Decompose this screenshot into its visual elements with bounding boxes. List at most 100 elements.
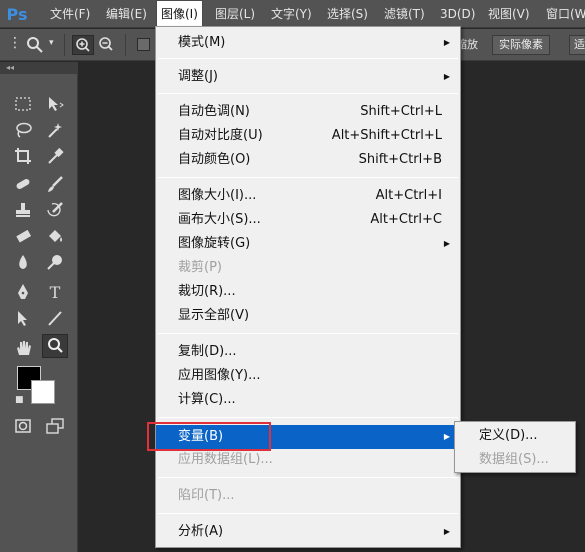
menu-item-image-rotation[interactable]: 图像旋转(G) ▶ — [156, 233, 460, 255]
submenu-arrow-icon: ▶ — [443, 239, 450, 248]
menu-separator — [158, 513, 458, 514]
submenu-arrow-icon: ▶ — [443, 527, 450, 536]
menu-window[interactable]: 窗口(W — [546, 0, 585, 28]
history-brush-icon[interactable] — [42, 198, 68, 222]
pen-tool-icon[interactable] — [10, 280, 36, 304]
menu-separator — [158, 93, 458, 94]
chevron-down-icon[interactable]: ▾ — [49, 38, 54, 48]
menu-item-label: 数据组(S)... — [479, 452, 549, 467]
menu-item-label: 陷印(T)... — [178, 488, 235, 503]
submenu-arrow-icon: ▶ — [443, 72, 450, 81]
menu-item-reveal-all[interactable]: 显示全部(V) — [156, 305, 460, 327]
background-color-swatch[interactable] — [31, 380, 55, 404]
brush-tool-icon[interactable] — [42, 172, 68, 196]
menu-item-image-size[interactable]: 图像大小(I)... Alt+Ctrl+I — [156, 185, 460, 207]
zoom-out-icon[interactable] — [97, 36, 117, 58]
menu-item-auto-contrast[interactable]: 自动对比度(U) Alt+Shift+Ctrl+L — [156, 125, 460, 147]
menu-item-label: 模式(M) — [178, 35, 226, 50]
type-tool-icon[interactable]: T — [42, 280, 68, 304]
menu-item-label: 复制(D)... — [178, 344, 237, 359]
menu-item-label: 分析(A) — [178, 524, 224, 539]
blur-tool-icon[interactable] — [10, 250, 36, 274]
menu-file[interactable]: 文件(F) — [50, 0, 90, 28]
image-menu-dropdown: 模式(M) ▶ 调整(J) ▶ 自动色调(N) Shift+Ctrl+L 自动对… — [155, 26, 461, 548]
menu-item-label: 定义(D)... — [479, 428, 538, 443]
clone-stamp-icon[interactable] — [10, 198, 36, 222]
toolbox-collapse-bar[interactable]: ◂◂ — [0, 62, 78, 74]
path-selection-icon[interactable] — [10, 306, 36, 330]
menu-separator — [158, 477, 458, 478]
zoom-tool-preset-icon[interactable] — [26, 36, 44, 58]
magic-wand-icon[interactable] — [42, 118, 68, 142]
submenu-arrow-icon: ▶ — [443, 432, 450, 441]
menu-item-label: 裁切(R)... — [178, 284, 236, 299]
menu-edit[interactable]: 编辑(E) — [106, 0, 147, 28]
hand-tool-icon[interactable] — [10, 336, 36, 360]
toolbox-panel: ◂◂ T ■ — [0, 62, 78, 552]
crop-tool-icon[interactable] — [10, 144, 36, 168]
quick-mask-icon[interactable] — [10, 414, 36, 438]
menu-item-crop: 裁剪(P) — [156, 257, 460, 279]
menu-item-label: 计算(C)... — [178, 392, 236, 407]
menu-3d[interactable]: 3D(D) — [440, 0, 475, 28]
annotation-highlight-box — [147, 422, 271, 451]
menu-item-duplicate[interactable]: 复制(D)... — [156, 341, 460, 363]
menu-item-shortcut: Alt+Shift+Ctrl+L — [331, 128, 442, 143]
tool-preset-handle-icon: ⋮ — [8, 35, 22, 51]
menu-item-trim[interactable]: 裁切(R)... — [156, 281, 460, 303]
menu-separator — [158, 177, 458, 178]
menu-item-auto-color[interactable]: 自动颜色(O) Shift+Ctrl+B — [156, 149, 460, 171]
line-tool-icon[interactable] — [42, 306, 68, 330]
menu-item-shortcut: Shift+Ctrl+L — [360, 104, 442, 119]
eraser-tool-icon[interactable] — [10, 224, 36, 248]
menu-item-apply-data-set: 应用数据组(L)... — [156, 449, 460, 471]
menu-item-label: 自动色调(N) — [178, 104, 250, 119]
menu-select[interactable]: 选择(S) — [327, 0, 368, 28]
resize-windows-checkbox[interactable] — [137, 38, 150, 51]
menu-separator — [158, 333, 458, 334]
menu-item-mode[interactable]: 模式(M) ▶ — [156, 32, 460, 54]
menu-separator — [158, 417, 458, 418]
fit-screen-button[interactable]: 适 — [569, 35, 585, 55]
menu-item-canvas-size[interactable]: 画布大小(S)... Alt+Ctrl+C — [156, 209, 460, 231]
menu-item-calculations[interactable]: 计算(C)... — [156, 389, 460, 411]
healing-brush-icon[interactable] — [10, 172, 36, 196]
submenu-item-data-sets: 数据组(S)... — [455, 449, 575, 471]
menu-item-adjustments[interactable]: 调整(J) ▶ — [156, 66, 460, 88]
menu-type[interactable]: 文字(Y) — [271, 0, 312, 28]
menu-filter[interactable]: 滤镜(T) — [384, 0, 425, 28]
menu-item-label: 图像大小(I)... — [178, 188, 257, 203]
menu-view[interactable]: 视图(V) — [488, 0, 530, 28]
variables-submenu: 定义(D)... 数据组(S)... — [454, 421, 576, 473]
dodge-tool-icon[interactable] — [42, 250, 68, 274]
eyedropper-icon[interactable] — [42, 144, 68, 168]
menu-item-analysis[interactable]: 分析(A) ▶ — [156, 521, 460, 543]
menu-item-label: 自动颜色(O) — [178, 152, 251, 167]
menu-layer[interactable]: 图层(L) — [215, 0, 255, 28]
menu-bar: Ps 文件(F) 编辑(E) 图像(I) 图层(L) 文字(Y) 选择(S) 滤… — [0, 0, 585, 28]
menu-item-label: 应用图像(Y)... — [178, 368, 261, 383]
actual-pixels-button[interactable]: 实际像素 — [492, 35, 550, 55]
menu-item-label: 显示全部(V) — [178, 308, 250, 323]
menu-item-label: 应用数据组(L)... — [178, 452, 273, 467]
move-tool-icon[interactable] — [42, 92, 68, 116]
submenu-arrow-icon: ▶ — [443, 38, 450, 47]
photoshop-logo: Ps — [6, 4, 28, 24]
menu-item-label: 自动对比度(U) — [178, 128, 263, 143]
menu-separator — [158, 58, 458, 59]
marquee-tool-icon[interactable] — [10, 92, 36, 116]
submenu-item-define[interactable]: 定义(D)... — [455, 425, 575, 447]
screen-mode-icon[interactable] — [42, 414, 68, 438]
zoom-tool-icon[interactable] — [42, 334, 68, 358]
menu-item-apply-image[interactable]: 应用图像(Y)... — [156, 365, 460, 387]
menu-item-label: 裁剪(P) — [178, 260, 222, 275]
menu-image[interactable]: 图像(I) — [156, 0, 203, 28]
menu-item-shortcut: Shift+Ctrl+B — [358, 152, 442, 167]
default-colors-icon[interactable]: ■ — [15, 395, 24, 405]
options-divider — [125, 34, 126, 56]
menu-item-shortcut: Alt+Ctrl+C — [370, 212, 442, 227]
menu-item-auto-tone[interactable]: 自动色调(N) Shift+Ctrl+L — [156, 101, 460, 123]
lasso-tool-icon[interactable] — [10, 118, 36, 142]
zoom-in-icon[interactable] — [72, 35, 94, 55]
paint-bucket-icon[interactable] — [42, 224, 68, 248]
